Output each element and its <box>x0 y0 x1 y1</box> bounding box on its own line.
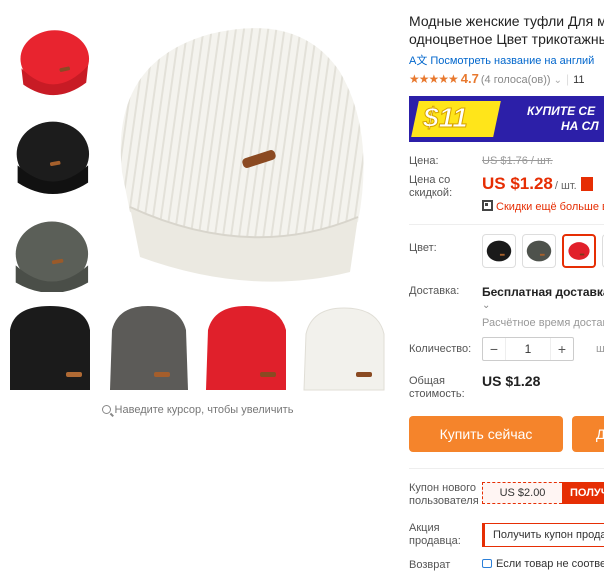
product-title-line2: одноцветное Цвет трикотажные <box>409 31 604 47</box>
promo-banner[interactable]: $11 КУПИТЕ СЕ НА СЛ <box>409 96 604 142</box>
main-product-image[interactable] <box>100 12 390 302</box>
discount-price-value: US $1.28 <box>482 174 553 193</box>
product-title: Модные женские туфли Для муж одноцветное… <box>409 12 604 48</box>
chevron-down-icon[interactable]: ⌄ <box>482 300 490 311</box>
app-discount-text: Скидки ещё больше в <box>496 201 604 213</box>
shipping-method[interactable]: Бесплатная доставка в <box>482 285 604 299</box>
return-policy: Если товар не соответ <box>482 558 604 570</box>
product-info-panel: Модные женские туфли Для муж одноцветное… <box>409 0 604 572</box>
quantity-label: Количество: <box>409 343 472 355</box>
total-price: US $1.28 <box>482 373 541 389</box>
zoom-hint-text: Наведите курсор, чтобы увеличить <box>114 404 294 416</box>
qr-code-icon <box>482 200 493 211</box>
rating-stars-icon: ★★★★★ <box>409 72 459 86</box>
quantity-available: шт. (7 <box>596 343 604 355</box>
banner-amount: $11 <box>423 102 469 134</box>
thumbnail-black-hat[interactable] <box>8 112 92 196</box>
translate-title-link[interactable]: A文 Посмотреть название на англий <box>409 52 594 68</box>
product-gallery: Наведите курсор, чтобы увеличить <box>0 0 395 572</box>
translate-icon: A文 <box>409 55 428 67</box>
divider <box>409 468 604 469</box>
rating-separator: | <box>565 72 570 86</box>
quantity-decrease-button[interactable]: − <box>483 338 505 360</box>
color-label: Цвет: <box>409 242 437 254</box>
chevron-down-icon: ⌄ <box>553 75 562 86</box>
color-swatch-red[interactable] <box>562 234 596 268</box>
coupon-value: US $2.00 <box>482 482 562 504</box>
return-policy-text: Если товар не соответ <box>496 558 604 570</box>
discount-price-label: Цена со скидкой: <box>409 174 453 199</box>
price-unit: / шт. <box>554 180 577 192</box>
banner-text: КУПИТЕ СЕ НА СЛ <box>527 104 599 134</box>
new-user-coupon-label: Купон нового пользователя <box>409 482 479 507</box>
variant-image-white[interactable] <box>298 300 390 392</box>
rating-value: 4.7 <box>460 71 479 86</box>
divider <box>409 224 604 225</box>
quantity-stepper[interactable]: − 1 + <box>482 337 574 361</box>
total-label: Общая стоимость: <box>409 375 465 400</box>
return-label: Возврат <box>409 559 451 571</box>
new-user-coupon[interactable]: US $2.00 ПОЛУЧИ <box>482 482 604 504</box>
discount-badge <box>580 177 593 191</box>
variant-image-black[interactable] <box>4 300 96 392</box>
zoom-hint: Наведите курсор, чтобы увеличить <box>0 404 395 416</box>
app-discount-link[interactable]: Скидки ещё больше в <box>482 200 604 213</box>
variant-image-red[interactable] <box>200 300 292 392</box>
rating-row[interactable]: ★★★★★ 4.7 (4 голоса(ов)) ⌄ | 11 <box>409 71 585 86</box>
shipping-label: Доставка: <box>409 285 460 297</box>
banner-text-line1: КУПИТЕ СЕ <box>527 104 596 118</box>
buy-now-button[interactable]: Купить сейчас <box>409 416 563 452</box>
color-swatch-black[interactable] <box>482 234 516 268</box>
thumbnail-gray-hat[interactable] <box>8 210 92 294</box>
translate-link-text: Посмотреть название на англий <box>430 55 595 67</box>
thumbnail-red-hat[interactable] <box>8 14 92 98</box>
price-label: Цена: <box>409 155 439 167</box>
variant-image-gray[interactable] <box>102 300 194 392</box>
add-to-cart-button[interactable]: Д <box>572 416 604 452</box>
discount-price: US $1.28/ шт. <box>482 174 593 194</box>
quantity-input[interactable]: 1 <box>505 338 551 360</box>
color-swatch-gray[interactable] <box>522 234 556 268</box>
return-icon <box>482 559 492 568</box>
old-price: US $1.76 / шт. <box>482 155 553 167</box>
seller-promo-label: Акция продавца: <box>409 522 461 547</box>
product-title-line1: Модные женские туфли Для муж <box>409 13 604 29</box>
banner-text-line2: НА СЛ <box>561 119 599 133</box>
magnifier-icon <box>101 405 111 414</box>
get-seller-coupon-button[interactable]: Получить купон прода <box>482 523 604 547</box>
rating-count: (4 голоса(ов)) <box>480 74 551 86</box>
orders-count: 11 <box>573 74 585 86</box>
shipping-estimate: Расчётное время доставк <box>482 317 604 329</box>
get-coupon-button[interactable]: ПОЛУЧИ <box>562 482 604 504</box>
quantity-increase-button[interactable]: + <box>551 338 573 360</box>
